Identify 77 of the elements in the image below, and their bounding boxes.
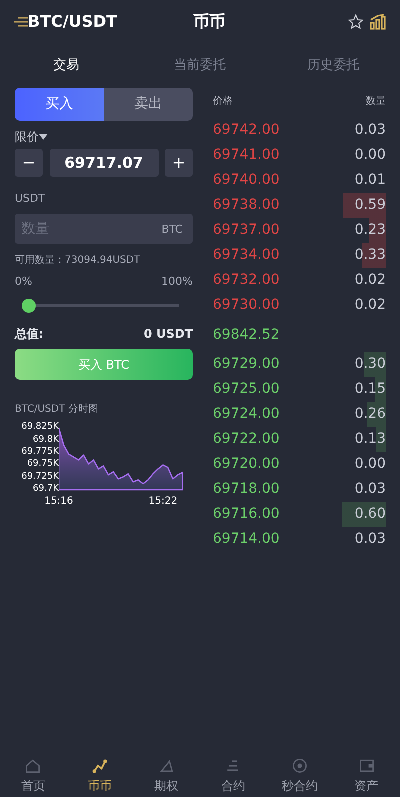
- wallet-icon: [358, 757, 376, 775]
- price-unit: USDT: [15, 190, 46, 207]
- order-price: 69724.00: [213, 405, 280, 424]
- order-price: 69730.00: [213, 296, 280, 315]
- order-price: 69737.00: [213, 221, 280, 240]
- order-amount: 0.00: [354, 455, 386, 474]
- order-amount: 0.01: [354, 171, 386, 190]
- slider-thumb[interactable]: [22, 298, 36, 313]
- caret-icon: [39, 134, 48, 140]
- tab[interactable]: 当前委托: [133, 55, 267, 77]
- order-amount: 0.23: [354, 221, 386, 240]
- home-icon: [24, 757, 42, 775]
- y-axis-label: 69.75K: [27, 460, 59, 470]
- order-amount: 0.15: [354, 380, 386, 399]
- price-field[interactable]: 69717.07: [50, 148, 158, 177]
- order-price: 69718.00: [213, 480, 280, 499]
- order-amount: 0.03: [354, 480, 386, 499]
- y-axis-label: 69.825K: [22, 423, 59, 432]
- amount-unit: BTC: [162, 222, 183, 238]
- chart-title: BTC/USDT 分时图: [15, 402, 100, 418]
- order-price: 69725.00: [213, 380, 280, 399]
- nav-item[interactable]: 合约: [200, 749, 267, 797]
- target-icon: [291, 757, 310, 775]
- order-amount: 0.26: [354, 405, 386, 424]
- line-chart-icon: [91, 757, 109, 775]
- order-price: 69729.00: [213, 355, 280, 374]
- page-title: 币币: [193, 11, 226, 33]
- order-amount: 0.60: [354, 505, 386, 524]
- order-amount: 0.30: [354, 355, 386, 374]
- menu-icon: [14, 16, 28, 28]
- order-amount: 0.02: [354, 271, 386, 290]
- slider-max-label: 100%: [162, 274, 193, 290]
- nav-item[interactable]: 秒合约: [266, 749, 334, 797]
- nav-item[interactable]: 期权: [133, 749, 200, 797]
- nav-item[interactable]: 币币: [66, 749, 134, 797]
- amount-header: 数量: [366, 95, 386, 109]
- order-amount: 0.02: [354, 296, 386, 315]
- y-axis-label: 69.8K: [33, 436, 59, 445]
- x-axis-label: 15:22: [148, 494, 178, 509]
- x-axis-label: 15:16: [44, 494, 74, 509]
- tab[interactable]: 历史委托: [266, 55, 400, 77]
- star-icon[interactable]: [348, 14, 364, 30]
- order-amount: 0.00: [354, 146, 386, 165]
- y-axis-label: 69.7K: [33, 485, 59, 494]
- order-type-dropdown[interactable]: 限价: [15, 128, 48, 146]
- y-axis-label: 69.775K: [22, 448, 59, 458]
- buy-tab[interactable]: 买入: [15, 88, 104, 121]
- order-price: 69734.00: [213, 246, 280, 265]
- back-button[interactable]: BTC/USDT: [14, 10, 118, 34]
- tab[interactable]: 交易: [0, 55, 134, 77]
- order-price: 69742.00: [213, 121, 280, 140]
- total-label: 总值:: [15, 326, 44, 343]
- last-price: 69842.52: [213, 326, 281, 345]
- order-price: 69738.00: [213, 196, 280, 215]
- order-amount: 0.03: [354, 121, 386, 140]
- plus-button[interactable]: +: [165, 148, 193, 177]
- minus-button[interactable]: −: [15, 148, 43, 177]
- order-amount: 0.33: [354, 246, 386, 265]
- available-balance: 可用数量：73094.94USDT: [15, 254, 142, 268]
- order-price: 69714.00: [213, 530, 280, 549]
- y-axis-label: 69.725K: [22, 472, 59, 482]
- slider-min-label: 0%: [15, 274, 32, 290]
- total-value: 0 USDT: [144, 326, 193, 343]
- order-price: 69740.00: [213, 171, 280, 190]
- nav-item[interactable]: 资产: [333, 749, 400, 797]
- order-amount: 0.03: [354, 530, 386, 549]
- order-price: 69720.00: [213, 455, 280, 474]
- order-amount: 0.59: [354, 196, 386, 215]
- order-price: 69732.00: [213, 271, 280, 290]
- nav-item[interactable]: 首页: [0, 749, 67, 797]
- order-amount: 0.13: [354, 430, 386, 449]
- price-header: 价格: [213, 94, 233, 109]
- sell-tab[interactable]: 卖出: [104, 88, 193, 121]
- order-price: 69722.00: [213, 430, 280, 449]
- order-price: 69716.00: [213, 505, 280, 524]
- chart-icon[interactable]: [370, 14, 386, 30]
- order-price: 69741.00: [213, 146, 280, 165]
